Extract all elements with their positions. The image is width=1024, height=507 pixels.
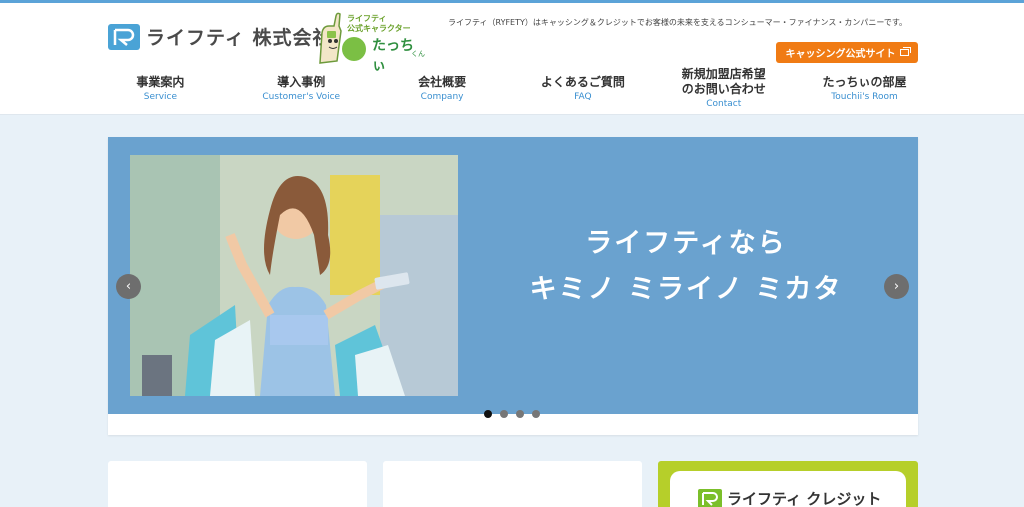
credit-card-banner[interactable]: ライフティ クレジット <box>658 461 918 507</box>
content-card-2[interactable] <box>383 461 642 507</box>
nav-item-company[interactable]: 会社概要 Company <box>372 63 513 113</box>
credit-logo: ライフティ クレジット <box>698 488 881 507</box>
hero-line1: ライフティなら <box>585 228 787 259</box>
slider-next-button[interactable]: › <box>884 274 909 299</box>
slider-dot[interactable] <box>484 410 492 418</box>
external-window-icon <box>899 47 911 56</box>
cashing-site-label: キャッシング公式サイト <box>785 49 896 60</box>
credit-card-banner-inner: ライフティ クレジット <box>670 471 906 507</box>
hero-line2: キミノ ミライノ ミカタ <box>529 274 843 305</box>
chevron-right-icon: › <box>893 279 900 294</box>
hero-slide[interactable]: ライフティなら キミノ ミライノ ミカタ ‹ › <box>108 137 918 414</box>
mascot-badge[interactable]: ライフティ 公式キャラクター たっちぃ くん <box>314 11 426 74</box>
hero-slider: ライフティなら キミノ ミライノ ミカタ ‹ › <box>108 137 918 435</box>
mascot-suffix: くん <box>411 50 425 58</box>
hero-photo <box>130 155 458 396</box>
content-card-1[interactable] <box>108 461 367 507</box>
credit-label: ライフティ クレジット <box>727 490 882 507</box>
logo-text: ライフティ 株式会社 <box>146 27 333 49</box>
company-tagline: ライフティ（RYFETY）はキャッシング＆クレジットでお客様の未来を支えるコンシ… <box>448 18 908 27</box>
mascot-caption: ライフティ 公式キャラクター <box>347 14 411 33</box>
nav-item-touchii-room[interactable]: たっちぃの部屋 Touchii's Room <box>794 63 935 113</box>
nav-item-contact[interactable]: 新規加盟店希望 のお問い合わせ Contact <box>653 63 794 113</box>
site-header: ライフティ 株式会社 ライフティ 公式キャラクター たっちぃ くん ライフティ（… <box>0 3 1024 115</box>
slider-dot[interactable] <box>516 410 524 418</box>
nav-item-customers-voice[interactable]: 導入事例 Customer's Voice <box>231 63 372 113</box>
slider-prev-button[interactable]: ‹ <box>116 274 141 299</box>
company-logo[interactable]: ライフティ 株式会社 <box>108 23 332 50</box>
hero-headline: ライフティなら キミノ ミライノ ミカタ <box>486 221 886 313</box>
credit-logo-icon <box>698 488 722 507</box>
main-nav: 事業案内 Service 導入事例 Customer's Voice 会社概要 … <box>90 63 935 113</box>
nav-item-service[interactable]: 事業案内 Service <box>90 63 231 113</box>
cashing-site-button[interactable]: キャッシング公式サイト <box>776 42 918 63</box>
nav-item-faq[interactable]: よくあるご質問 FAQ <box>512 63 653 113</box>
slider-dots <box>484 410 540 418</box>
slider-dot[interactable] <box>500 410 508 418</box>
logo-mark-icon <box>108 23 140 50</box>
chevron-left-icon: ‹ <box>125 279 132 294</box>
slider-dot[interactable] <box>532 410 540 418</box>
